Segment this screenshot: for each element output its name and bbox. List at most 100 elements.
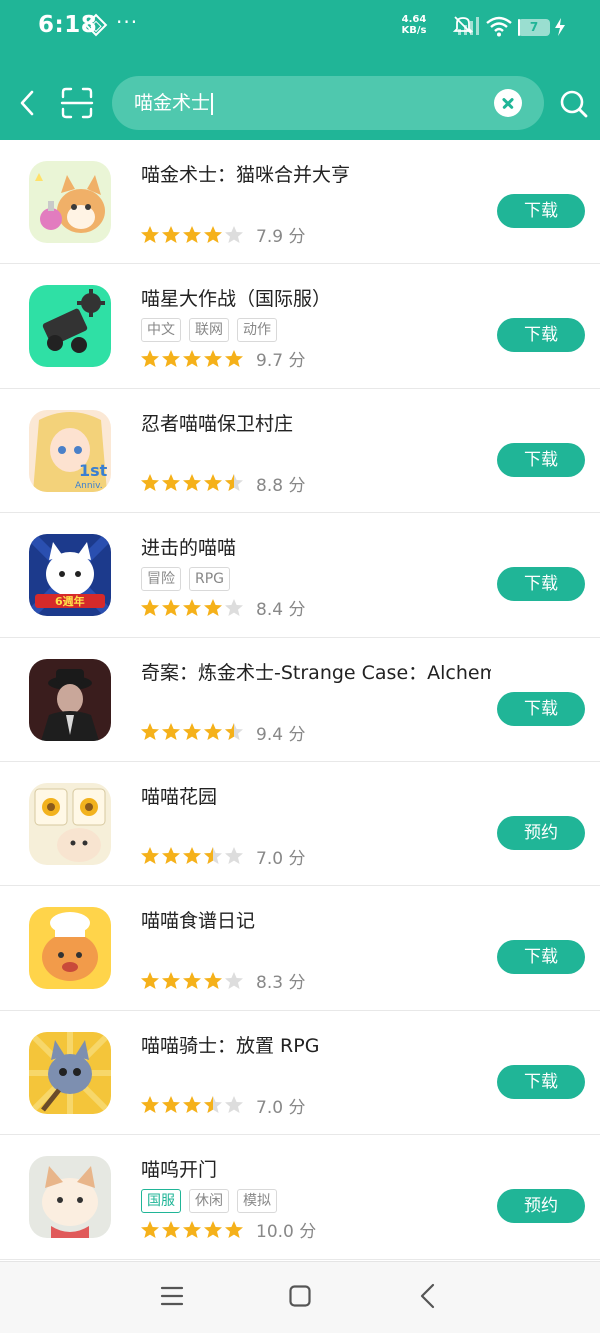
- star-filled-icon: [141, 971, 159, 989]
- star-rating: [140, 598, 244, 618]
- result-title[interactable]: 喵金术士：猫咪合并大亨: [141, 160, 491, 187]
- result-title[interactable]: 喵喵食谱日记: [141, 906, 491, 933]
- star-filled-icon: [204, 225, 222, 243]
- cannon-icon[interactable]: [29, 285, 111, 368]
- tag-badge: 中文: [141, 318, 181, 343]
- result-item[interactable]: 奇案：炼金术士-Strange Case：Alchemist 9.4 分 下载: [0, 638, 600, 762]
- result-item[interactable]: 喵喵骑士：放置 RPG 7.0 分 下载: [0, 1011, 600, 1136]
- star-rating: [140, 349, 244, 369]
- home-square-icon[interactable]: [288, 1284, 312, 1308]
- result-item[interactable]: 喵喵花园 7.0 分 预约: [0, 762, 600, 887]
- download-button[interactable]: 下载: [497, 567, 585, 602]
- svg-text:Anniv.: Anniv.: [75, 481, 103, 491]
- star-filled-icon: [183, 847, 201, 865]
- star-empty-icon: [225, 847, 243, 865]
- star-filled-icon: [162, 474, 180, 492]
- search-box[interactable]: 喵金术士: [112, 76, 544, 130]
- result-title[interactable]: 喵呜开门: [141, 1155, 491, 1182]
- download-button[interactable]: 下载: [497, 691, 585, 726]
- result-title[interactable]: 喵星大作战（国际服）: [141, 284, 491, 311]
- result-title[interactable]: 忍者喵喵保卫村庄: [141, 409, 491, 436]
- download-button[interactable]: 下载: [497, 442, 585, 477]
- download-button[interactable]: 下载: [497, 318, 585, 353]
- result-title[interactable]: 喵喵花园: [141, 782, 491, 809]
- scan-button[interactable]: [60, 86, 94, 120]
- anime-girl-icon[interactable]: 1stAnniv.: [29, 409, 111, 492]
- star-rating: [140, 1220, 244, 1240]
- download-button[interactable]: 下载: [497, 940, 585, 975]
- back-button[interactable]: [14, 86, 42, 120]
- result-title[interactable]: 进击的喵喵: [141, 533, 491, 560]
- star-filled-icon: [204, 598, 222, 616]
- cute-cat-icon[interactable]: [29, 1156, 111, 1239]
- star-filled-icon: [141, 723, 159, 741]
- download-button[interactable]: 下载: [497, 194, 585, 228]
- chef-cat-icon[interactable]: [29, 907, 111, 990]
- net-speed: 4.64 KB/s: [400, 14, 428, 36]
- tag-badge: 休闲: [189, 1189, 229, 1214]
- search-query: 喵金术士: [134, 92, 211, 114]
- tag-badge: 动作: [237, 318, 277, 343]
- result-item[interactable]: 6週年 进击的喵喵 冒险 RPG 8.4 分 下载: [0, 513, 600, 638]
- result-item[interactable]: 喵星大作战（国际服） 中文 联网 动作 9.7 分 下载: [0, 264, 600, 389]
- rating-score: 8.8 分: [256, 475, 306, 496]
- result-item[interactable]: 1st Anniv. 忍者喵喵保卫村庄 8.8 分 下载: [0, 389, 600, 514]
- rating-score: 9.4 分: [256, 724, 306, 745]
- star-rating: [140, 971, 244, 991]
- star-filled-icon: [225, 1220, 243, 1238]
- download-button[interactable]: 下载: [497, 1064, 585, 1099]
- charging-bolt-icon: [555, 18, 565, 36]
- net-speed-unit: KB/s: [401, 25, 427, 36]
- star-filled-icon: [183, 598, 201, 616]
- result-item[interactable]: 喵喵食谱日记 8.3 分 下载: [0, 886, 600, 1011]
- rating-score: 7.0 分: [256, 848, 306, 869]
- star-filled-icon: [183, 1220, 201, 1238]
- recent-apps-menu-icon[interactable]: [160, 1284, 184, 1308]
- signal-icon: [458, 17, 479, 35]
- star-empty-icon: [225, 225, 243, 243]
- rating: 10.0 分: [140, 1217, 316, 1242]
- rating: 9.4 分: [140, 720, 305, 745]
- star-half-icon: [225, 723, 243, 741]
- result-item[interactable]: 喵金术士：猫咪合并大亨 7.9 分 下载: [0, 140, 600, 265]
- white-cat-icon[interactable]: 6週年: [29, 534, 111, 617]
- star-filled-icon: [204, 474, 222, 492]
- rating: 7.0 分: [140, 1093, 305, 1118]
- rating-score: 8.4 分: [256, 600, 306, 621]
- star-filled-icon: [183, 474, 201, 492]
- star-filled-icon: [162, 349, 180, 367]
- star-filled-icon: [141, 225, 159, 243]
- result-title[interactable]: 喵喵骑士：放置 RPG: [141, 1031, 491, 1058]
- star-filled-icon: [204, 349, 222, 367]
- tag-badge: 联网: [189, 318, 229, 343]
- battery-level: 7: [529, 20, 539, 34]
- detective-icon[interactable]: [29, 658, 111, 741]
- search-input[interactable]: 喵金术士: [134, 76, 474, 130]
- reserve-button[interactable]: 预约: [497, 815, 585, 850]
- wifi-icon: [486, 16, 512, 37]
- star-filled-icon: [204, 1220, 222, 1238]
- sunflower-cat-icon[interactable]: [29, 782, 111, 865]
- star-filled-icon: [141, 474, 159, 492]
- clear-search-button[interactable]: [494, 89, 522, 117]
- rating-score: 10.0 分: [256, 1222, 317, 1243]
- result-item[interactable]: 喵呜开门 国服 休闲 模拟 10.0 分 预约: [0, 1135, 600, 1260]
- star-rating: [140, 473, 244, 493]
- star-filled-icon: [162, 1220, 180, 1238]
- nav-back-icon[interactable]: [416, 1282, 440, 1310]
- star-filled-icon: [141, 1096, 159, 1114]
- cat-alchemist-icon[interactable]: [29, 161, 111, 243]
- star-filled-icon: [162, 723, 180, 741]
- star-filled-icon: [141, 847, 159, 865]
- star-half-icon: [204, 1096, 222, 1114]
- reserve-button[interactable]: 预约: [497, 1189, 585, 1224]
- knight-cat-icon[interactable]: [29, 1031, 111, 1114]
- app-header: 6:18 ··· 4.64 KB/s 7 喵金术士: [0, 0, 600, 140]
- battery-indicator: 7: [518, 19, 550, 36]
- star-filled-icon: [141, 1220, 159, 1238]
- star-filled-icon: [162, 847, 180, 865]
- search-button[interactable]: [558, 88, 590, 120]
- result-title[interactable]: 奇案：炼金术士-Strange Case：Alchemist: [141, 658, 491, 685]
- star-filled-icon: [162, 598, 180, 616]
- status-more-dots: ···: [116, 10, 139, 34]
